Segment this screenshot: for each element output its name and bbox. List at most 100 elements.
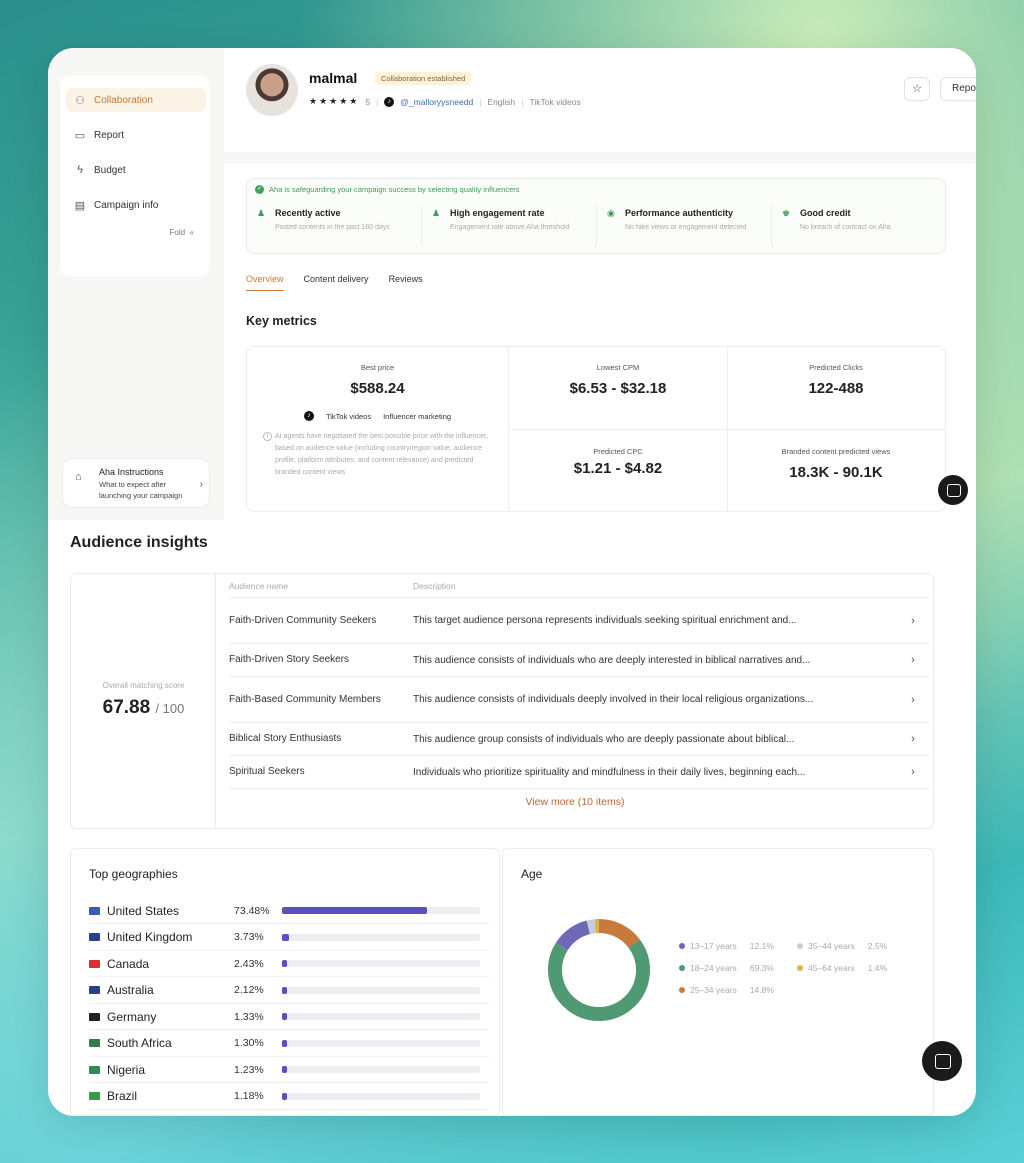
column-header-name: Audience name [229, 580, 289, 591]
geo-row: Brazil 1.18% [89, 1084, 489, 1110]
audience-description: This audience group consists of individu… [413, 733, 795, 745]
metric-label: Branded content predicted views [781, 447, 891, 456]
chat-button[interactable] [938, 475, 968, 505]
table-row[interactable]: Faith-Based Community Members This audie… [229, 677, 929, 723]
divider [509, 429, 945, 430]
flag-icon [89, 986, 100, 994]
country-name: United States [107, 903, 180, 918]
legend-value: 69.3% [749, 963, 774, 973]
progress-track [282, 933, 480, 941]
metric-value: $6.53 - $32.18 [569, 380, 667, 397]
progress-fill [282, 986, 287, 994]
sidebar-item-collaboration[interactable]: ⚇ Collaboration [66, 88, 206, 112]
profile-header: malmal Collaboration established ★★★★★ 5… [224, 48, 976, 152]
tiktok-icon: ♪ [303, 411, 314, 421]
geo-row: Australia 2.12% [89, 978, 489, 1004]
profile-content-type: TikTok videos [529, 96, 581, 107]
country-name: Australia [107, 983, 154, 997]
progress-track [282, 907, 480, 914]
audience-description: Individuals who prioritize spirituality … [413, 766, 806, 778]
aha-instructions-card[interactable]: ⌂ Aha Instructions What to expect after … [62, 458, 210, 508]
progress-fill [282, 1039, 287, 1047]
favorite-button[interactable]: ☆ [904, 77, 930, 101]
audience-name: Faith-Driven Community Seekers [229, 614, 377, 626]
criterion-title: Recently active [275, 208, 341, 218]
table-row[interactable]: Spiritual Seekers Individuals who priori… [229, 756, 929, 789]
profile-language: English [487, 96, 516, 107]
eye-icon: ◉ [607, 208, 615, 218]
criterion-desc: No fake views or engagement detected [625, 224, 747, 231]
chevron-right-icon: › [911, 766, 915, 778]
country-percent: 1.18% [234, 1090, 264, 1102]
sidebar: ⚇ Collaboration ▭ Report ϟ Budget ▤ Camp… [60, 76, 210, 276]
key-metrics-title: Key metrics [246, 314, 317, 328]
tab-content-delivery[interactable]: Content delivery [304, 274, 369, 291]
legend-value: 14.8% [749, 985, 774, 995]
legend-item: 13–17 years 12.1% [679, 941, 774, 951]
status-badge: Collaboration established [375, 72, 472, 85]
score-value: 67.88 [102, 697, 151, 718]
divider: | [376, 96, 379, 107]
flag-icon [89, 933, 100, 941]
best-price-note: i AI agents have negotiated the best pos… [263, 431, 490, 479]
gift-icon: ⌂ [75, 471, 82, 483]
best-price-card: Best price $588.24 ♪ TikTok videos Influ… [247, 347, 509, 511]
criterion-title: High engagement rate [450, 208, 545, 218]
legend-item: 18–24 years 69.3% [679, 963, 774, 973]
chevron-right-icon: › [911, 614, 915, 627]
people-icon: ♟ [432, 208, 441, 218]
criterion-authenticity: ◉ Performance authenticity No fake views… [597, 205, 772, 245]
main-panel: ✓ Aha is safeguarding your campaign succ… [224, 164, 976, 520]
sidebar-item-campaign-info[interactable]: ▤ Campaign info [66, 193, 210, 217]
legend-label: 45–64 years [808, 963, 855, 973]
score-max: / 100 [155, 701, 185, 716]
app-window: ⚇ Collaboration ▭ Report ϟ Budget ▤ Camp… [48, 48, 976, 1116]
tag: TikTok videos [325, 411, 372, 421]
chevron-right-icon: › [199, 479, 203, 490]
score-label: Overall matching score [102, 681, 185, 690]
geo-row: United States 73.48% [89, 898, 489, 924]
person-icon: ♟ [257, 208, 266, 218]
metric-value: $1.21 - $4.82 [573, 460, 663, 477]
fold-button[interactable]: Fold « [170, 228, 194, 237]
table-row[interactable]: Faith-Driven Community Seekers This targ… [229, 598, 929, 644]
safeguard-banner: ✓ Aha is safeguarding your campaign succ… [246, 178, 946, 254]
tab-reviews[interactable]: Reviews [389, 274, 423, 291]
country-name: Brazil [107, 1089, 138, 1103]
table-row[interactable]: Faith-Driven Story Seekers This audience… [229, 644, 929, 677]
country-percent: 1.23% [234, 1063, 264, 1076]
avatar [246, 64, 298, 116]
tab-bar: Overview Content delivery Reviews [246, 274, 423, 291]
progress-track [282, 986, 480, 994]
legend-item: 35–44 years 2.5% [797, 941, 887, 951]
divider: | [521, 96, 524, 107]
report-button[interactable]: Report [940, 77, 976, 101]
criterion-desc: No breach of contract on Aha [800, 224, 891, 231]
matching-score: Overall matching score 67.88 / 100 [71, 574, 216, 828]
progress-fill [282, 960, 287, 967]
geo-row: United Kingdom 3.73% [89, 925, 489, 951]
legend-value: 1.4% [867, 963, 888, 973]
fold-label: Fold [169, 228, 186, 237]
chevron-right-icon: › [911, 693, 915, 706]
sidebar-item-report[interactable]: ▭ Report [66, 123, 210, 147]
geographies-title: Top geographies [89, 867, 178, 881]
flag-icon [89, 1039, 100, 1047]
country-name: Germany [107, 1009, 157, 1024]
country-percent: 1.30% [234, 1037, 264, 1049]
country-name: United Kingdom [107, 930, 193, 944]
sidebar-item-budget[interactable]: ϟ Budget [66, 158, 210, 182]
chat-button[interactable] [922, 1041, 962, 1081]
sidebar-item-label: Collaboration [94, 94, 153, 106]
view-more-link[interactable]: View more (10 items) [216, 796, 934, 808]
safeguard-criteria: ♟ Recently active Posted contents in the… [247, 205, 947, 245]
criterion-title: Good credit [800, 208, 851, 218]
criterion-desc: Engagement rate above Aha threshold [450, 224, 570, 231]
flag-icon [89, 1092, 100, 1100]
profile-handle-link[interactable]: @_malloryysneedd [400, 97, 473, 107]
donut-slice-13-17-years [555, 920, 591, 951]
best-price-tags: ♪ TikTok videos Influencer marketing [247, 411, 508, 421]
tab-overview[interactable]: Overview [246, 274, 284, 291]
table-row[interactable]: Biblical Story Enthusiasts This audience… [229, 723, 929, 756]
progress-fill [282, 1013, 287, 1020]
